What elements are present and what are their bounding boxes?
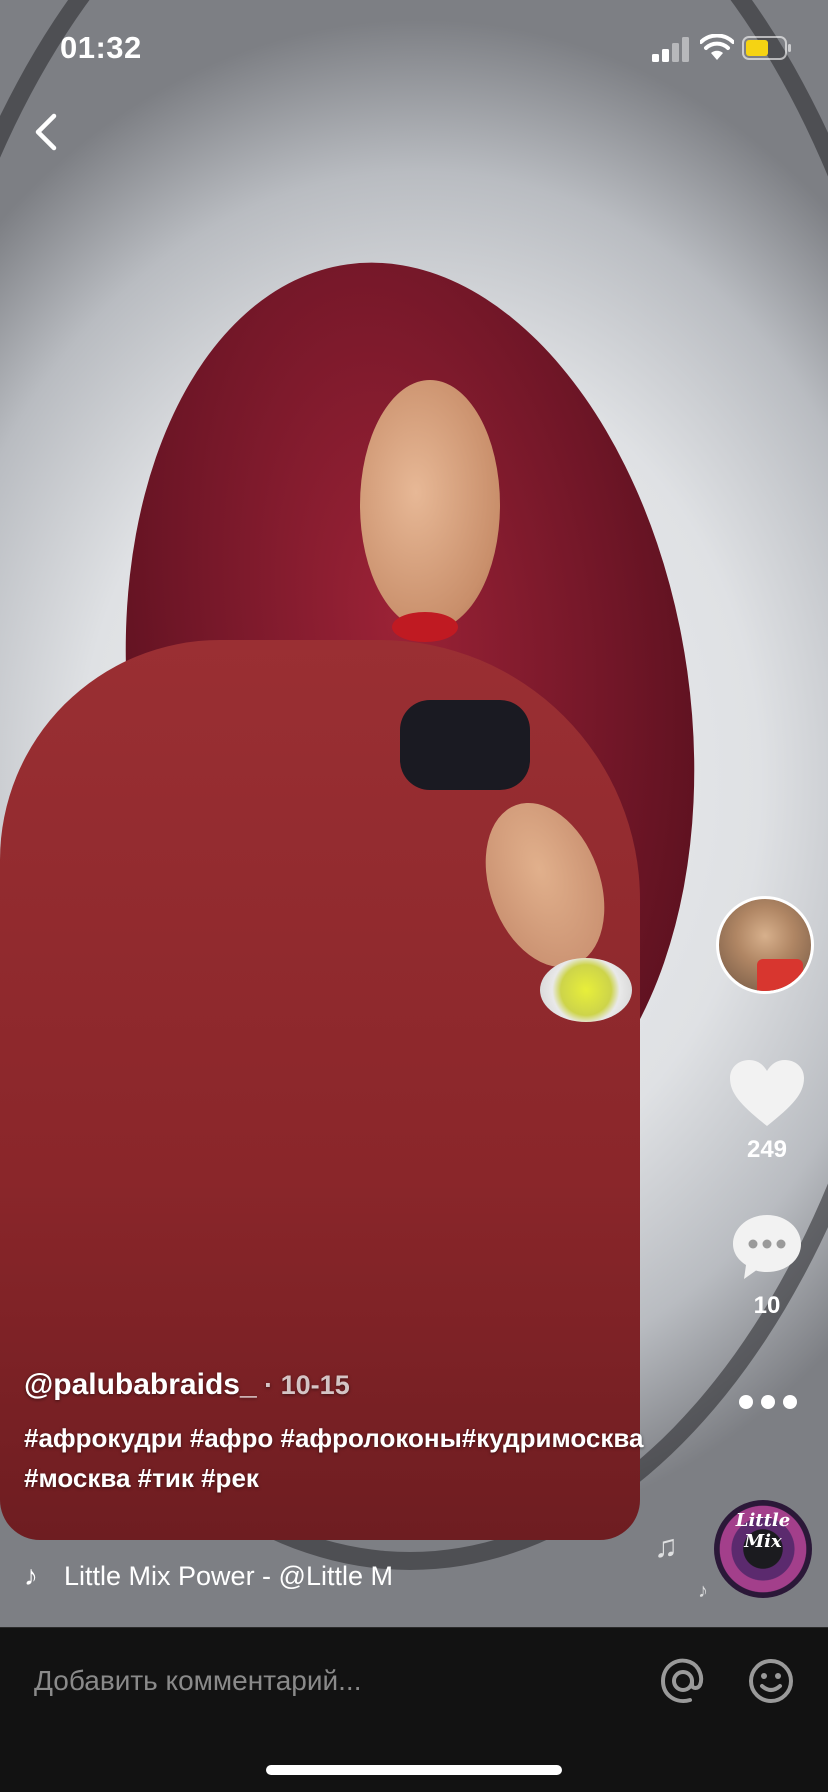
author-avatar[interactable] — [716, 896, 814, 994]
at-icon[interactable] — [660, 1658, 706, 1704]
sound-title: Little Mix Power - @Little M — [64, 1560, 393, 1591]
hashtags[interactable]: #афрокудри #афро #афролоконы#кудримосква… — [24, 1418, 644, 1498]
back-icon[interactable] — [26, 108, 66, 156]
music-disc[interactable]: Little Mix — [714, 1500, 812, 1598]
emoji-icon[interactable] — [748, 1658, 794, 1704]
video-watch — [540, 958, 632, 1022]
comment-bar: Добавить комментарий... — [0, 1627, 828, 1792]
comment-icon[interactable] — [730, 1212, 804, 1282]
tiktok-note-icon: ♪ — [24, 1560, 38, 1591]
comment-input[interactable]: Добавить комментарий... — [34, 1658, 594, 1704]
sound-ticker[interactable]: ♪ Little Mix Power - @Little M — [24, 1560, 434, 1600]
wifi-icon — [700, 34, 734, 60]
video-lips — [392, 612, 458, 642]
music-note-icon: ♪ — [698, 1580, 708, 1602]
video-collar — [400, 700, 530, 790]
more-icon[interactable] — [738, 1392, 798, 1412]
status-time: 01:32 — [60, 30, 142, 65]
heart-icon[interactable] — [728, 1058, 806, 1130]
author-name[interactable]: @palubabraids_ — [24, 1368, 257, 1401]
video-face — [360, 380, 500, 630]
status-bar: 01:32 — [0, 0, 828, 96]
music-disc-label: Little Mix — [735, 1510, 791, 1552]
video-caption: @palubabraids_ · 10-15 #афрокудри #афро … — [24, 1368, 664, 1498]
music-note-icon: ♫ — [654, 1528, 678, 1564]
post-date: · 10-15 — [256, 1370, 350, 1400]
battery-icon — [742, 36, 791, 60]
video-screen: 01:32 249 10 ♫ ♪ Little Mix @palubabraid… — [0, 0, 828, 1792]
like-count: 249 — [746, 1136, 788, 1163]
comment-count: 10 — [753, 1292, 781, 1319]
signal-icon — [652, 37, 689, 62]
avatar-shirt — [757, 959, 803, 991]
home-indicator[interactable] — [266, 1765, 562, 1775]
